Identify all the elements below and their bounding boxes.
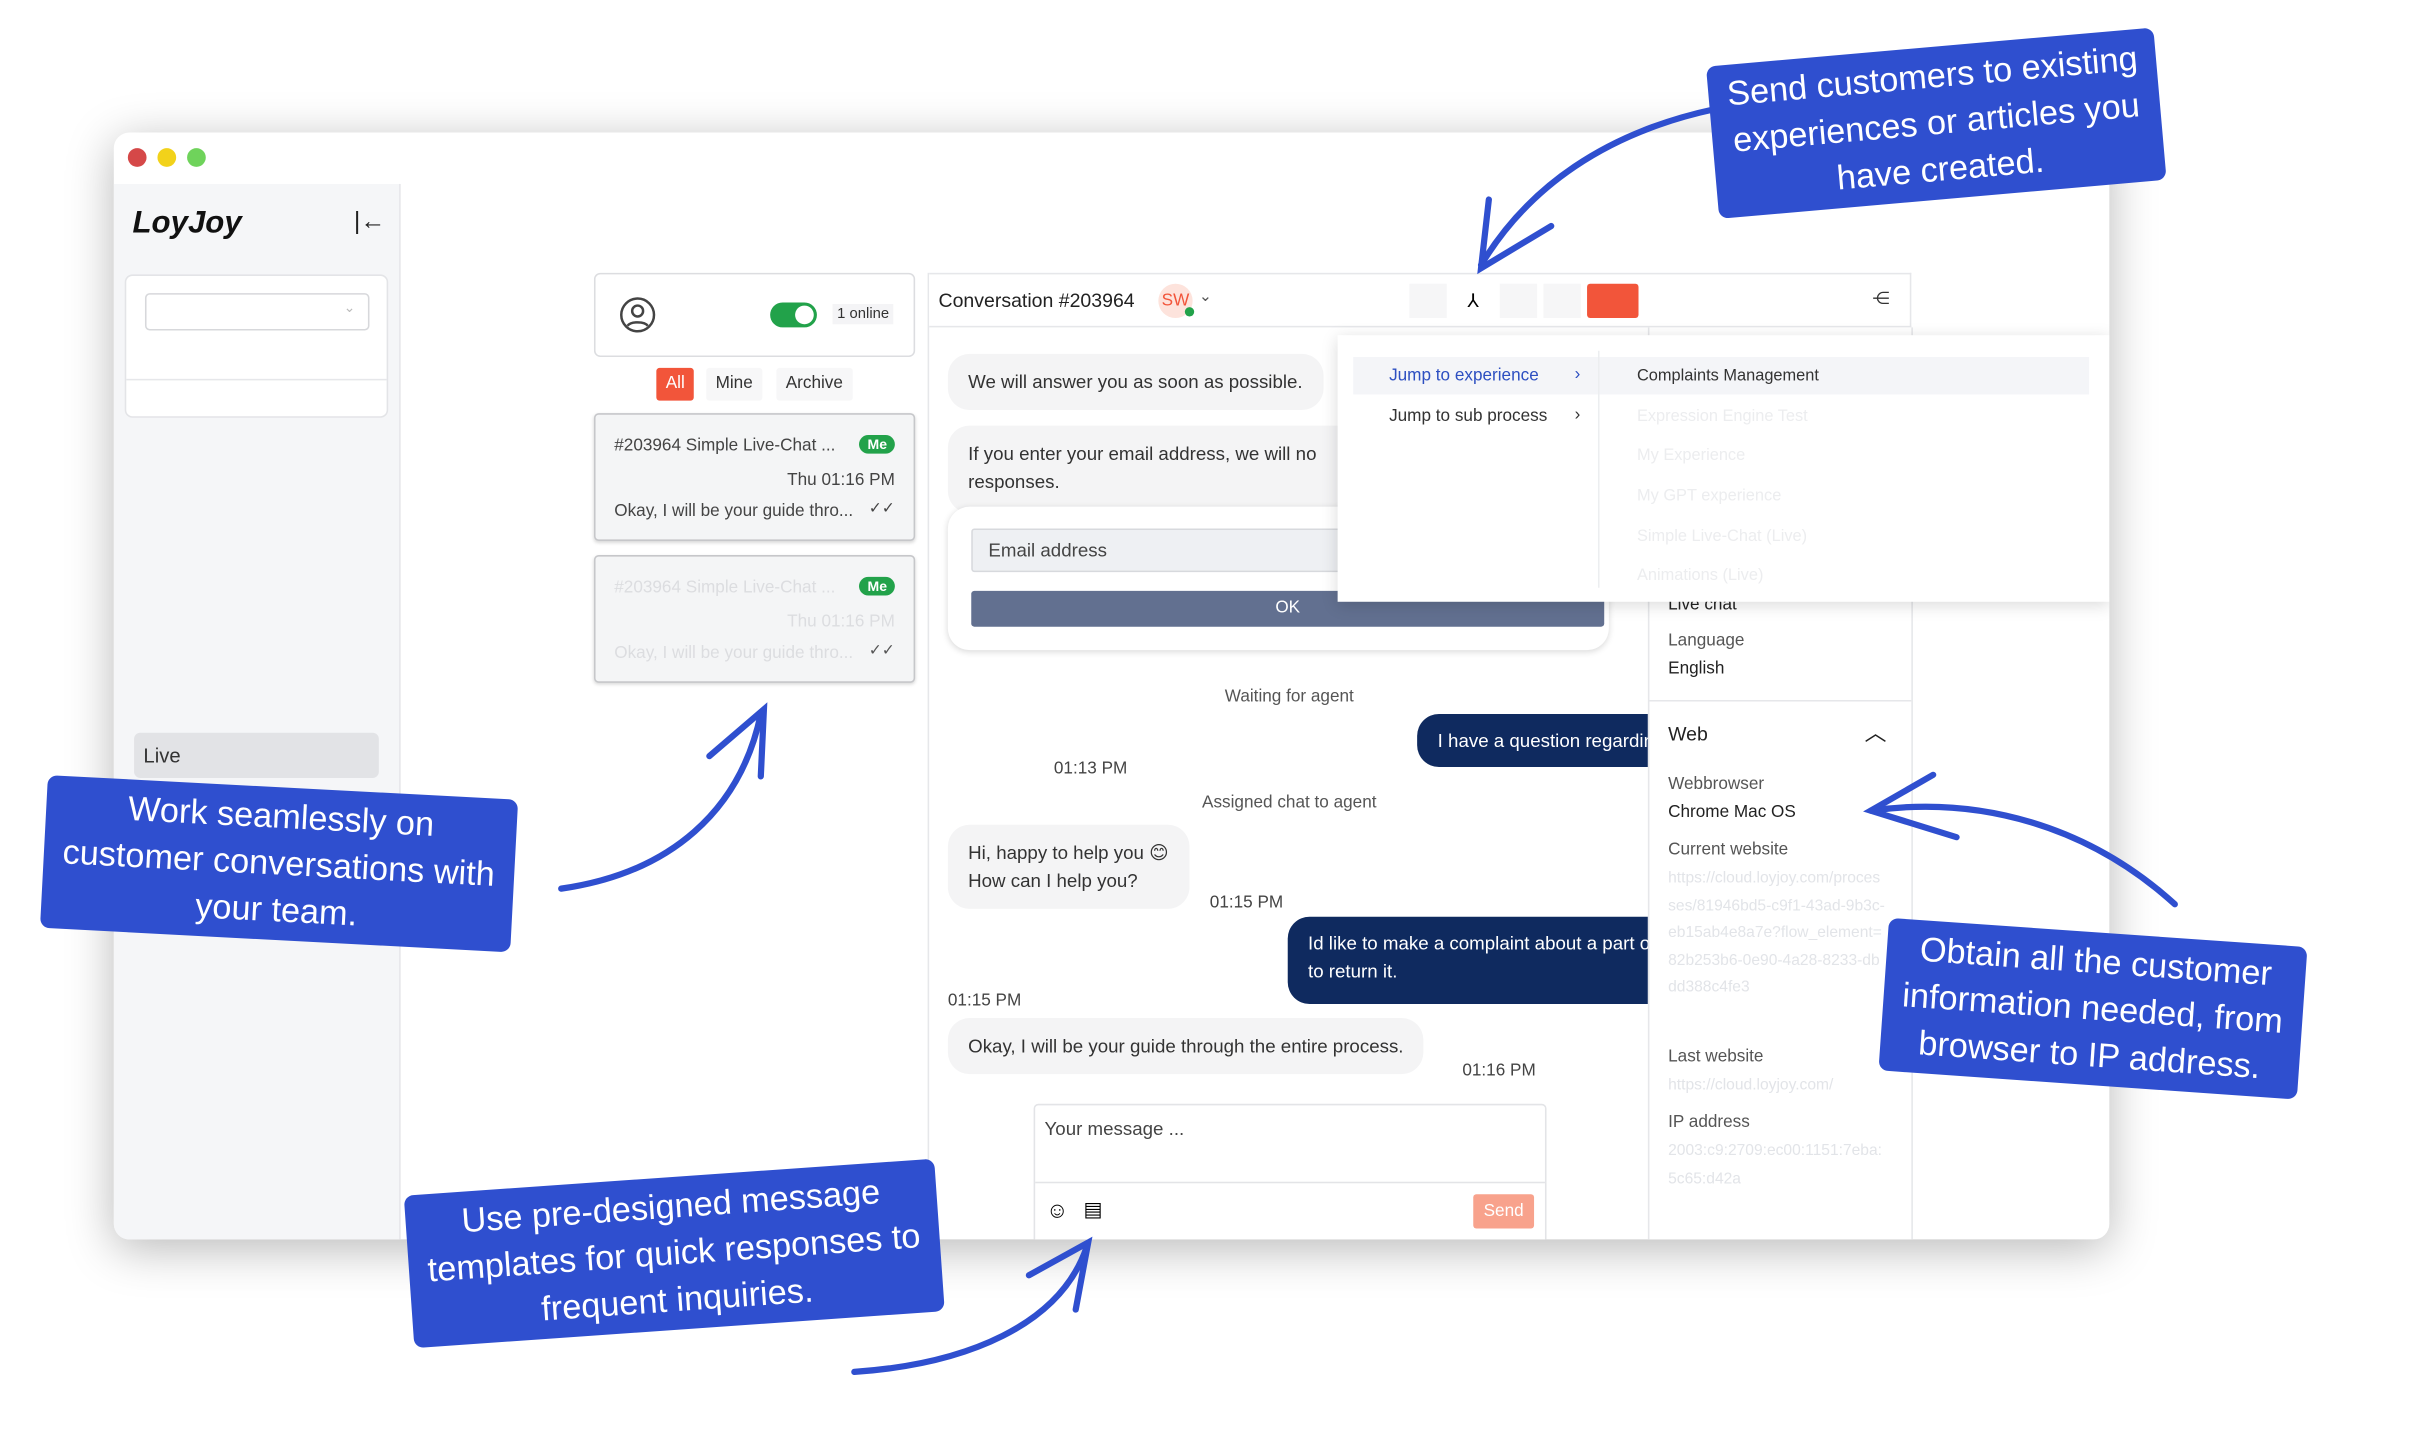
annotation-arrows	[558, 106, 2178, 1376]
arrow-top	[1477, 106, 1719, 269]
callout-team: Work seamlessly on customer conversations…	[39, 775, 518, 953]
callout-customer-info: Obtain all the customer information neede…	[1878, 917, 2307, 1100]
arrow-right	[1867, 803, 2178, 908]
